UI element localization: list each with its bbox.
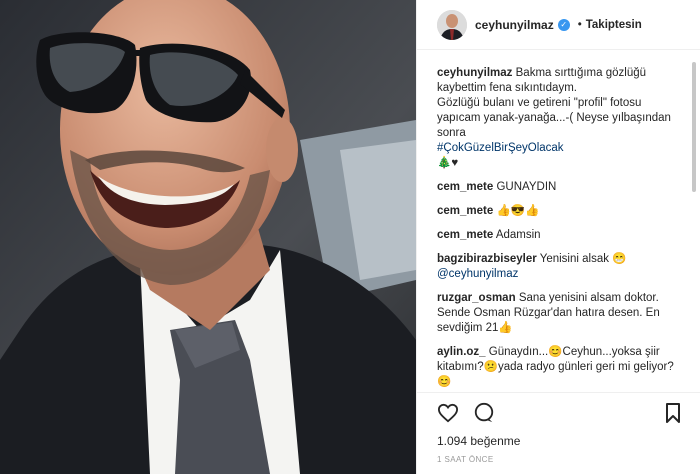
comments-list: ceyhunyilmaz Bakma sırttığıma gözlüğü ka… xyxy=(437,66,684,392)
like-count[interactable]: 1.094 beğenme xyxy=(437,434,520,448)
comment-item: cem_mete Adamsin xyxy=(437,228,684,243)
caption-username[interactable]: ceyhunyilmaz xyxy=(437,67,512,79)
post-header: ceyhunyilmaz ✓ • Takiptesin xyxy=(417,0,700,50)
avatar-image xyxy=(437,9,467,40)
comment-username[interactable]: cem_mete xyxy=(437,229,493,241)
comment-item: aylin.oz_ Günaydın...😊Ceyhun...yoksa şii… xyxy=(437,345,684,390)
comment-text: Adamsin xyxy=(495,229,541,241)
avatar[interactable] xyxy=(437,9,467,40)
selfie-image xyxy=(0,0,416,474)
comment-mention[interactable]: @ceyhunyilmaz xyxy=(437,268,518,280)
comment-username[interactable]: cem_mete xyxy=(437,205,493,217)
verified-icon: ✓ xyxy=(557,18,570,31)
post-side-panel: ceyhunyilmaz ✓ • Takiptesin ceyhunyilmaz… xyxy=(416,0,700,474)
post-timestamp[interactable]: 1 SAAT ÖNCE xyxy=(437,455,494,464)
like-button[interactable] xyxy=(435,400,461,426)
comments-scrollbar[interactable] xyxy=(692,62,696,192)
like-count-value: 1.094 xyxy=(437,434,468,448)
comment-item: cem_mete 👍😎👍 xyxy=(437,204,684,219)
comment-item: ruzgar_osman Sana yenisini alsam doktor.… xyxy=(437,291,684,336)
comment-icon xyxy=(474,402,494,422)
header-username[interactable]: ceyhunyilmaz xyxy=(475,18,554,32)
comment-text: GUNAYDIN xyxy=(496,181,557,193)
comment-username[interactable]: ruzgar_osman xyxy=(437,292,516,304)
follow-status[interactable]: Takiptesin xyxy=(586,19,642,31)
action-bar xyxy=(417,392,700,432)
comment-item: bagzibirazbiseyler Yenisini alsak 😁 @cey… xyxy=(437,252,684,282)
heart-icon xyxy=(437,403,459,422)
instagram-post: ceyhunyilmaz ✓ • Takiptesin ceyhunyilmaz… xyxy=(0,0,700,474)
caption-hashtag[interactable]: #ÇokGüzelBirŞeyOlacak xyxy=(437,142,564,154)
caption-trailing-emoji: 🎄♥ xyxy=(437,157,459,169)
comment-text: Yenisini alsak 😁 xyxy=(539,253,627,265)
caption: ceyhunyilmaz Bakma sırttığıma gözlüğü ka… xyxy=(437,66,684,171)
caption-text-2: Gözlüğü bulanı ve getireni "profil" foto… xyxy=(437,97,671,139)
like-count-label: beğenme xyxy=(470,434,521,448)
comment-text: 👍😎👍 xyxy=(496,205,540,217)
header-separator: • xyxy=(577,18,582,31)
comment-username[interactable]: aylin.oz_ xyxy=(437,346,486,358)
comment-username[interactable]: bagzibirazbiseyler xyxy=(437,253,537,265)
comment-username[interactable]: cem_mete xyxy=(437,181,493,193)
post-photo[interactable] xyxy=(0,0,416,474)
comment-item: cem_mete GUNAYDIN xyxy=(437,180,684,195)
save-button[interactable] xyxy=(660,400,686,426)
comment-button[interactable] xyxy=(471,400,497,426)
bookmark-icon xyxy=(666,402,680,423)
